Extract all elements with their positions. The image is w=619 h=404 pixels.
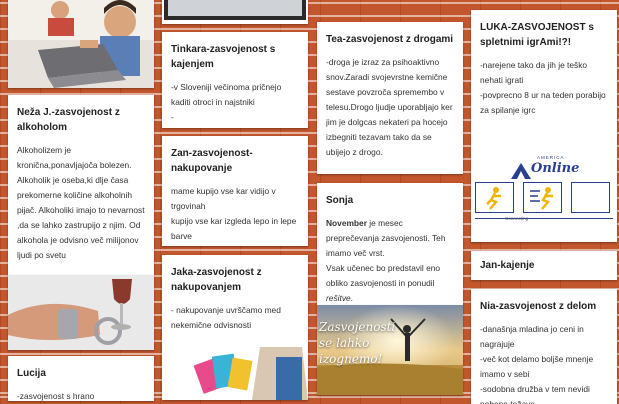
photo-alcohol-handcuffs[interactable]: [8, 275, 154, 350]
runner-signal-icon-box[interactable]: [523, 182, 562, 213]
card-title: Neža J.-zasvojenost z alkoholom: [17, 107, 120, 133]
card-neza-alkohol[interactable]: Neža J.-zasvojenost z alkoholom Alkoholi…: [8, 95, 154, 275]
italic-word: rešitve: [326, 293, 351, 303]
card-jan-kajenje[interactable]: Jan-kajenje: [471, 251, 617, 280]
card-title: Tea-zasvojenost z drogami: [326, 34, 454, 45]
card-sonja[interactable]: Sonja November je mesec preprečevanja za…: [317, 183, 463, 305]
card-line: -narejene tako da jih je teško nehati ig…: [480, 60, 588, 85]
photo-sunset-woman[interactable]: Zasvojenosti se lahko izognemo!: [317, 305, 463, 395]
card-title: Tinkara-zasvojenost s kajenjem: [171, 44, 276, 70]
runner-icon: [486, 187, 501, 210]
bold-word: November: [326, 218, 367, 228]
card-body: -zasvojenost s hrano: [17, 391, 95, 401]
card-lucija[interactable]: Lucija -zasvojenost s hrano: [8, 356, 154, 401]
card-line: -sodobna družba v tem nevidi nobene teža…: [480, 384, 590, 404]
alcohol-handcuffs-image: [8, 275, 154, 350]
body-text: Vsak učenec bo predstavil eno obliko zas…: [326, 263, 441, 288]
card-jaka-nakupovanje[interactable]: Jaka-zasvojenost z nakupovanjem - nakupo…: [162, 255, 308, 400]
photo-card-kids-laptop[interactable]: [8, 0, 154, 88]
card-body: -droga je izraz za psihoaktivno snov.Zar…: [326, 57, 453, 157]
card-luka-spletne-igre[interactable]: LUKA-ZASVOJENOST s spletnimi igrAmi!?! -…: [471, 10, 617, 242]
card-tinkara-kajenje[interactable]: Tinkara-zasvojenost s kajenjem -v Sloven…: [162, 32, 308, 128]
card-body: -v Sloveniji večinoma pričnejo kaditi ot…: [171, 82, 282, 107]
tv-image: [162, 0, 308, 24]
card-body-dash: -: [171, 112, 174, 122]
card-title: Zan-zasvojenost-nakupovanje: [171, 148, 253, 174]
card-title: Jaka-zasvojenost z nakupovanjem: [171, 267, 262, 293]
card-title: LUKA-ZASVOJENOST s spletnimi igrAmi!?!: [480, 22, 594, 48]
shopping-bags-image: [192, 347, 308, 400]
card-line: mame kupijo vse kar vidijo v trgovinah: [171, 186, 276, 211]
empty-icon-box[interactable]: [571, 182, 610, 213]
progress-line: [475, 218, 613, 219]
kids-laptop-image: [8, 0, 154, 88]
card-line: -današnja mladina jo ceni in nagrajuje: [480, 324, 584, 349]
card-line: -več kot delamo boljše mnenje imamo v se…: [480, 354, 594, 379]
card-body: Vsak učenec bo predstavil eno obliko zas…: [326, 261, 454, 305]
logo-top-text: AMERICA: [537, 155, 565, 160]
card-body: Alkoholizem je kronična,ponavljajoča bol…: [17, 145, 145, 260]
aol-logo: AMERICA Online: [509, 155, 579, 181]
connecting-caption: Connecting: [505, 216, 529, 221]
card-body: - nakupovanje uvrščamo med nekemične odv…: [171, 305, 281, 330]
card-nia-delo[interactable]: Nia-zasvojenost z delom -današnja mladin…: [471, 289, 617, 404]
card-title: Jan-kajenje: [480, 260, 535, 271]
card-zan-nakupovanje[interactable]: Zan-zasvojenost-nakupovanje mame kupijo …: [162, 136, 308, 246]
card-tea-drogami[interactable]: Tea-zasvojenost z drogami -droga je izra…: [317, 22, 463, 174]
aol-connect-panel: Connecting: [475, 182, 613, 226]
logo-word: Online: [531, 161, 580, 176]
card-title: Sonja: [326, 195, 354, 206]
card-body: November je mesec preprečevanja zasvojen…: [326, 216, 454, 261]
card-line: kupijo vse kar izgleda lepo in lepe barv…: [171, 216, 297, 241]
image-caption: Zasvojenosti se lahko izognemo!: [319, 320, 396, 366]
card-line: -povprecno 8 ur na teden porabijo za spi…: [480, 90, 606, 115]
runner-signal-icon: [530, 187, 553, 210]
card-title: Lucija: [17, 368, 46, 379]
card-title: Nia-zasvojenost z delom: [480, 301, 597, 312]
photo-card-tv[interactable]: [162, 0, 308, 24]
runner-icon-box[interactable]: [475, 182, 514, 213]
body-end: .: [350, 293, 353, 303]
